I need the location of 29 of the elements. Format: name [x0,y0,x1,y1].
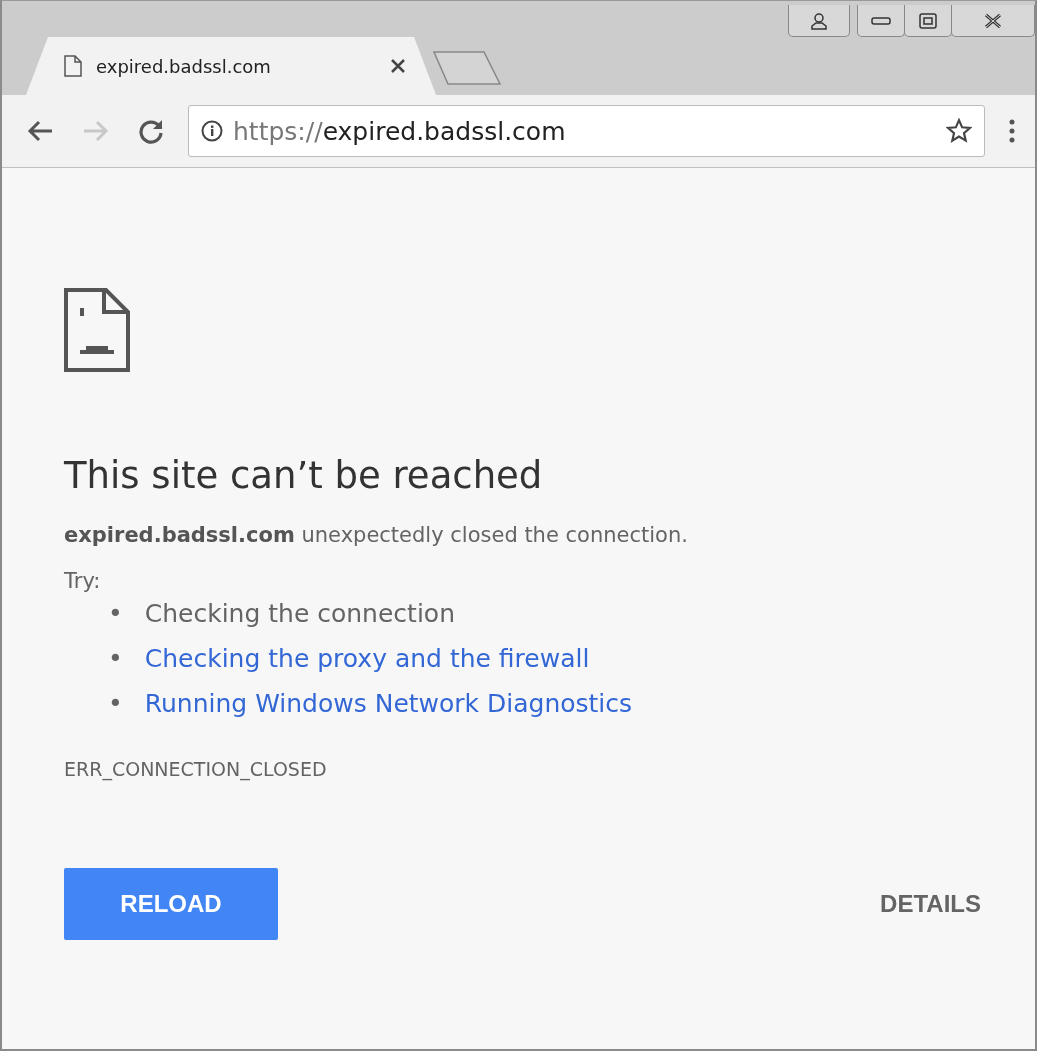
maximize-button[interactable] [904,5,952,37]
close-icon [983,12,1003,29]
address-field[interactable]: https://expired.badssl.com [188,105,985,157]
suggestion-link[interactable]: Checking the proxy and the firewall [144,644,590,673]
suggestion-text: Checking the connection [144,599,455,628]
error-heading: This site can’t be reached [64,454,544,497]
close-window-button[interactable] [951,5,1035,37]
menu-icon [1009,119,1015,143]
maximize-icon [919,12,937,29]
error-code: ERR_CONNECTION_CLOSED [64,758,328,780]
reload-page-button[interactable]: RELOAD [64,868,278,940]
browser-tab[interactable]: expired.badssl.com [26,37,436,95]
minimize-icon [871,16,891,25]
close-icon [390,58,406,74]
star-icon [946,118,972,144]
error-message: expired.badssl.com unexpectedly closed the connection. [64,523,689,547]
tab-title: expired.badssl.com [96,55,272,77]
minimize-button[interactable] [857,5,905,37]
info-icon [201,120,223,142]
bullet: • [108,689,123,718]
person-icon [811,11,827,30]
profile-button[interactable] [788,5,850,37]
suggestion-link[interactable]: Running Windows Network Diagnostics [144,689,633,718]
details-button[interactable]: DETAILS [874,889,987,919]
page-icon [64,55,82,77]
bullet: • [108,599,123,628]
try-label: Try: [64,569,102,593]
sad-page-icon [64,288,130,372]
bullet: • [108,644,123,673]
